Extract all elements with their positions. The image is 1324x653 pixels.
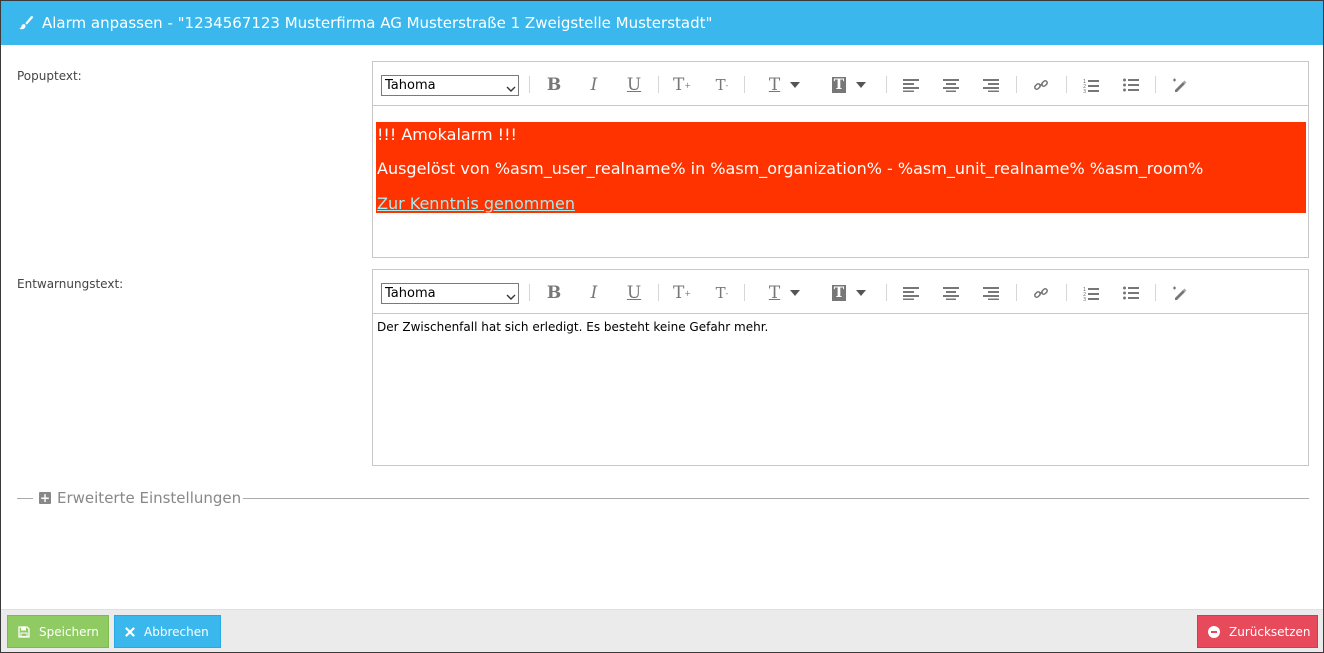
- close-icon: [125, 626, 135, 637]
- save-label: Speichern: [39, 624, 99, 639]
- alarm-message-box: !!! Amokalarm !!! Ausgelöst von %asm_use…: [376, 122, 1306, 213]
- entwarnungstext-label: Entwarnungstext:: [17, 277, 124, 291]
- bold-icon[interactable]: B: [543, 282, 565, 304]
- background-color-icon[interactable]: T: [828, 74, 870, 96]
- advanced-settings-fieldset: + Erweiterte Einstellungen: [17, 487, 1309, 509]
- superscript-icon[interactable]: T +: [670, 74, 694, 96]
- subscript-icon[interactable]: T-: [710, 74, 734, 96]
- chevron-down-icon: [506, 81, 516, 92]
- title-bar: Alarm anpassen - "1234567123 Musterfirma…: [1, 1, 1323, 45]
- font-select[interactable]: Tahoma: [381, 75, 519, 96]
- svg-text:3: 3: [1083, 89, 1086, 93]
- entwarnungstext-editor: Tahoma B I U T + T- T T 123 Der Zwischen…: [372, 269, 1309, 466]
- advanced-settings-toggle[interactable]: + Erweiterte Einstellungen: [39, 489, 241, 507]
- svg-text:3: 3: [1083, 297, 1086, 301]
- unordered-list-icon[interactable]: [1121, 282, 1141, 304]
- save-button[interactable]: Speichern: [7, 615, 109, 648]
- divider: [243, 498, 1309, 499]
- minus-circle-icon: [1208, 625, 1220, 638]
- entwarnungstext-toolbar: Tahoma B I U T + T- T T 123: [373, 270, 1308, 314]
- font-select-value: Tahoma: [385, 286, 436, 301]
- subscript-icon[interactable]: T-: [710, 282, 734, 304]
- bold-icon[interactable]: B: [543, 74, 565, 96]
- advanced-settings-label: Erweiterte Einstellungen: [57, 489, 242, 507]
- ordered-list-icon[interactable]: 123: [1081, 74, 1101, 96]
- text-color-icon[interactable]: T: [762, 282, 807, 304]
- divider: [17, 498, 33, 499]
- reset-button[interactable]: Zurücksetzen: [1197, 615, 1318, 648]
- dialog-footer: Speichern Abbrechen Zurücksetzen: [1, 609, 1323, 652]
- popuptext-editor: Tahoma B I U T + T- T T 123 !!! Amokalar…: [372, 61, 1309, 258]
- cancel-label: Abbrechen: [144, 624, 209, 639]
- unordered-list-icon[interactable]: [1121, 74, 1141, 96]
- clear-format-icon[interactable]: [1170, 74, 1190, 96]
- link-icon[interactable]: [1031, 74, 1051, 96]
- align-left-icon[interactable]: [901, 282, 921, 304]
- superscript-icon[interactable]: T +: [670, 282, 694, 304]
- ordered-list-icon[interactable]: 123: [1081, 282, 1101, 304]
- paintbrush-icon: [17, 14, 35, 32]
- italic-icon[interactable]: I: [583, 282, 605, 304]
- entwarnungstext-content[interactable]: Der Zwischenfall hat sich erledigt. Es b…: [373, 314, 1308, 465]
- align-right-icon[interactable]: [981, 74, 1001, 96]
- reset-label: Zurücksetzen: [1229, 624, 1311, 639]
- cancel-button[interactable]: Abbrechen: [114, 615, 221, 648]
- font-select-value: Tahoma: [385, 78, 436, 93]
- align-center-icon[interactable]: [941, 282, 961, 304]
- underline-icon[interactable]: U: [623, 282, 645, 304]
- align-center-icon[interactable]: [941, 74, 961, 96]
- alarm-trigger-line: Ausgelöst von %asm_user_realname% in %as…: [377, 159, 1204, 178]
- text-color-icon[interactable]: T: [762, 74, 807, 96]
- font-select[interactable]: Tahoma: [381, 283, 519, 304]
- underline-icon[interactable]: U: [623, 74, 645, 96]
- entwarnung-message: Der Zwischenfall hat sich erledigt. Es b…: [377, 320, 769, 334]
- alarm-dialog: Alarm anpassen - "1234567123 Musterfirma…: [0, 0, 1324, 653]
- italic-icon[interactable]: I: [583, 74, 605, 96]
- link-icon[interactable]: [1031, 282, 1051, 304]
- background-color-icon[interactable]: T: [828, 282, 870, 304]
- floppy-disk-icon: [18, 625, 30, 638]
- plus-square-icon: +: [39, 491, 51, 505]
- popuptext-toolbar: Tahoma B I U T + T- T T 123: [373, 62, 1308, 106]
- popuptext-content[interactable]: !!! Amokalarm !!! Ausgelöst von %asm_use…: [373, 106, 1308, 257]
- acknowledge-link[interactable]: Zur Kenntnis genommen: [377, 194, 575, 213]
- clear-format-icon[interactable]: [1170, 282, 1190, 304]
- align-left-icon[interactable]: [901, 74, 921, 96]
- popuptext-label: Popuptext:: [17, 69, 82, 83]
- align-right-icon[interactable]: [981, 282, 1001, 304]
- alarm-heading: !!! Amokalarm !!!: [377, 125, 517, 144]
- dialog-title: Alarm anpassen - "1234567123 Musterfirma…: [42, 14, 713, 32]
- chevron-down-icon: [506, 289, 516, 300]
